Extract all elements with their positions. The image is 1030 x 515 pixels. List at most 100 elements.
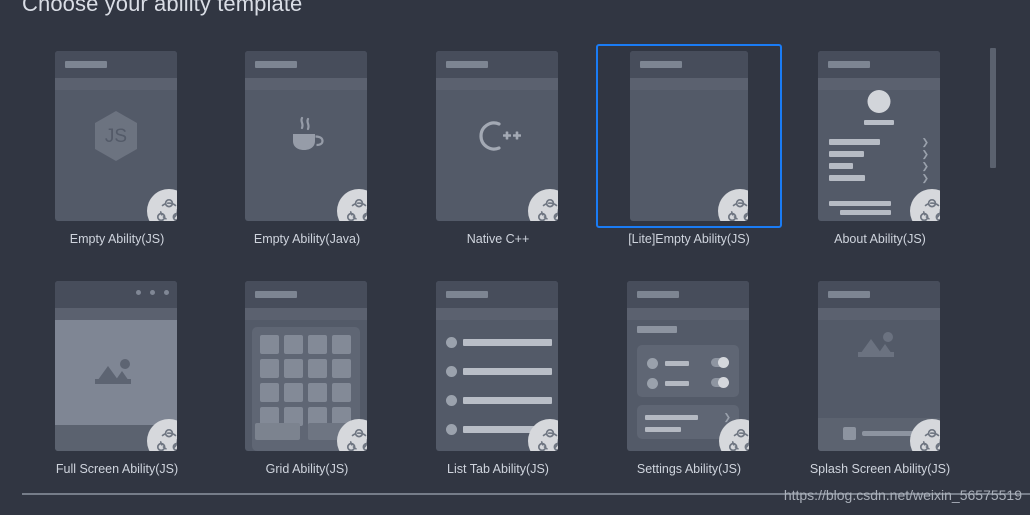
page-title: Choose your ability template xyxy=(22,0,303,16)
template-label: Full Screen Ability(JS) xyxy=(55,462,179,476)
list-bullet-icon xyxy=(446,395,457,406)
template-label: Native C++ xyxy=(466,232,530,246)
chevron-right-icon: ❯ xyxy=(921,149,929,159)
thumb-subbar xyxy=(627,308,749,320)
template-thumbnail xyxy=(245,51,367,221)
toggle-switch[interactable] xyxy=(711,357,729,368)
thumb-topbar xyxy=(627,281,749,308)
thumb-subbar xyxy=(55,308,177,320)
setting-row-label-placeholder xyxy=(645,415,698,420)
template-grid-row: JS Empty Ability(JS) Empty Ability(Java)… xyxy=(0,40,990,270)
scrollbar-thumb[interactable] xyxy=(990,48,996,168)
template-label: Settings Ability(JS) xyxy=(636,462,742,476)
list-row-placeholder xyxy=(463,339,552,346)
template-thumbnail xyxy=(245,281,367,451)
list-row-placeholder xyxy=(829,163,853,169)
list-row-placeholder xyxy=(829,151,864,157)
settings-card xyxy=(637,345,739,397)
thumb-topbar xyxy=(245,281,367,308)
template-thumbnail: JS xyxy=(55,51,177,221)
chevron-right-icon: ❯ xyxy=(921,161,929,171)
harmony-service-icon xyxy=(337,189,367,221)
harmony-service-icon xyxy=(528,419,558,451)
template-label: Empty Ability(JS) xyxy=(69,232,165,246)
template-thumbnail: ❯ ❯ ❯ ❯ xyxy=(818,51,940,221)
template-card-grid-ability-js[interactable]: Grid Ability(JS) xyxy=(212,270,402,500)
list-bullet-icon xyxy=(446,424,457,435)
footer-button-placeholder xyxy=(255,423,300,440)
template-grid-row: Full Screen Ability(JS) Grid Ability(JS)… xyxy=(0,270,990,500)
template-card-list-tab-ability-js[interactable]: List Tab Ability(JS) xyxy=(403,270,593,500)
template-card-about-ability-js[interactable]: ❯ ❯ ❯ ❯ About Ability(JS) xyxy=(785,40,975,270)
harmony-service-icon xyxy=(910,419,940,451)
toggle-switch[interactable] xyxy=(711,377,729,388)
harmony-service-icon xyxy=(147,189,177,221)
list-row-placeholder xyxy=(829,175,865,181)
template-card-native-cpp[interactable]: Native C++ xyxy=(403,40,593,270)
content-area xyxy=(55,320,177,425)
grid-cells xyxy=(260,335,351,426)
template-card-lite-empty-ability-js[interactable]: [Lite]Empty Ability(JS) xyxy=(594,40,784,270)
scrollbar-track[interactable] xyxy=(997,40,1002,480)
template-chooser-page: Choose your ability template JS Empty Ab… xyxy=(0,0,1030,515)
list-bullet-icon xyxy=(446,366,457,377)
thumb-title-placeholder xyxy=(828,61,870,68)
thumb-topbar xyxy=(55,281,177,308)
svg-text:JS: JS xyxy=(105,126,127,147)
template-grid: JS Empty Ability(JS) Empty Ability(Java)… xyxy=(0,40,990,500)
thumb-subbar xyxy=(436,308,558,320)
harmony-service-icon xyxy=(719,419,749,451)
thumb-subbar xyxy=(630,78,748,90)
template-label: Empty Ability(Java) xyxy=(253,232,361,246)
splash-logo-placeholder xyxy=(843,427,856,440)
template-thumbnail xyxy=(436,281,558,451)
harmony-service-icon xyxy=(718,189,748,221)
harmony-service-icon xyxy=(337,419,367,451)
harmony-service-icon xyxy=(147,419,177,451)
chevron-right-icon: ❯ xyxy=(921,173,929,183)
footer-placeholder xyxy=(840,210,891,215)
thumb-subbar xyxy=(245,308,367,320)
harmony-service-icon xyxy=(910,189,940,221)
template-label: Splash Screen Ability(JS) xyxy=(809,462,951,476)
footer-placeholder xyxy=(829,201,891,206)
template-card-settings-ability-js[interactable]: ❯ Settings Ability(JS) xyxy=(594,270,784,500)
thumb-title-placeholder xyxy=(640,61,682,68)
thumb-topbar xyxy=(436,281,558,308)
template-card-full-screen-ability-js[interactable]: Full Screen Ability(JS) xyxy=(22,270,212,500)
template-thumbnail xyxy=(436,51,558,221)
template-card-empty-ability-js[interactable]: JS Empty Ability(JS) xyxy=(22,40,212,270)
thumb-topbar xyxy=(630,51,748,78)
chevron-right-icon: ❯ xyxy=(921,137,929,147)
thumb-subbar xyxy=(818,78,940,90)
thumb-topbar xyxy=(818,51,940,78)
list-bullet-icon xyxy=(446,337,457,348)
thumb-title-placeholder xyxy=(637,291,679,298)
template-label: About Ability(JS) xyxy=(834,232,926,246)
template-card-splash-screen-ability-js[interactable]: Splash Screen Ability(JS) xyxy=(785,270,975,500)
template-label: List Tab Ability(JS) xyxy=(447,462,549,476)
template-label: [Lite]Empty Ability(JS) xyxy=(628,232,750,246)
template-thumbnail xyxy=(630,51,748,221)
watermark-text: https://blog.csdn.net/weixin_56575519 xyxy=(783,487,1022,503)
thumb-title-placeholder xyxy=(255,291,297,298)
thumb-title-placeholder xyxy=(446,291,488,298)
image-placeholder-icon xyxy=(55,320,177,425)
setting-row-icon xyxy=(647,358,658,369)
template-thumbnail xyxy=(818,281,940,451)
avatar-placeholder xyxy=(867,90,891,113)
template-thumbnail xyxy=(55,281,177,451)
setting-row-label-placeholder xyxy=(665,381,689,386)
list-row-placeholder xyxy=(829,139,880,145)
template-thumbnail: ❯ xyxy=(627,281,749,451)
splash-image-icon xyxy=(818,281,940,411)
setting-row-icon xyxy=(647,378,658,389)
window-dots-icon xyxy=(136,290,169,295)
section-title-placeholder xyxy=(637,326,677,333)
list-row-placeholder xyxy=(463,368,552,375)
avatar-caption-placeholder xyxy=(864,120,894,125)
setting-row-label-placeholder xyxy=(645,427,681,432)
template-card-empty-ability-java[interactable]: Empty Ability(Java) xyxy=(212,40,402,270)
list-row-placeholder xyxy=(463,397,552,404)
harmony-service-icon xyxy=(528,189,558,221)
